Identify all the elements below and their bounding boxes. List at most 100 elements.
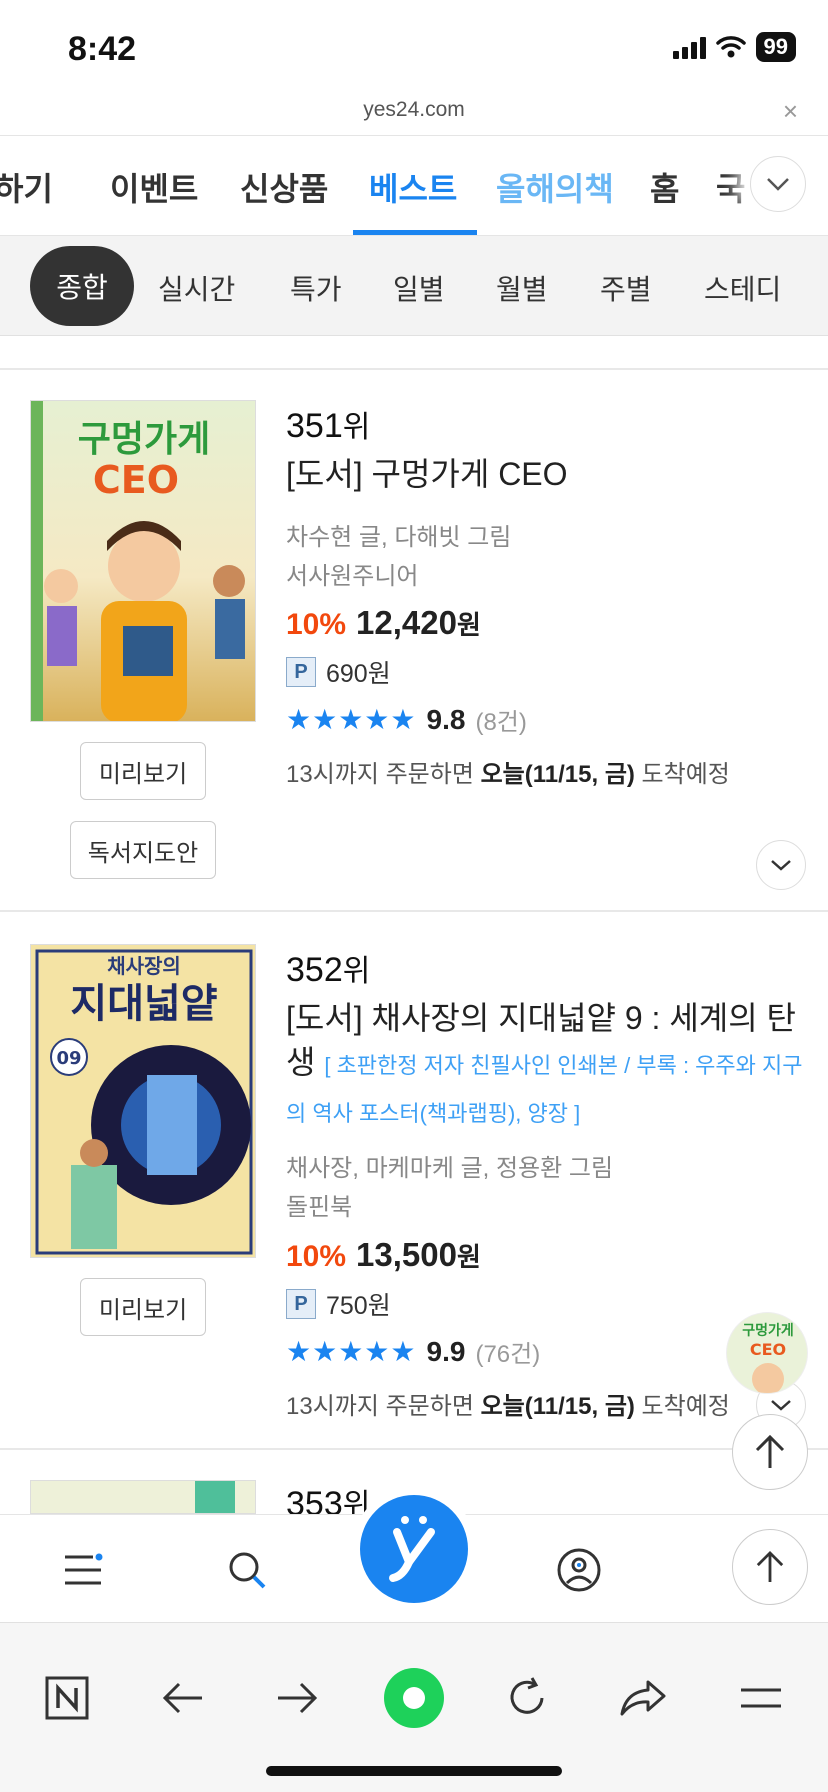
book-author[interactable]: 차수현 글, 다해빗 그림	[286, 517, 511, 552]
book-title[interactable]: [도서] 구멍가게 CEO	[286, 452, 806, 496]
cover-title: 지대넓얕	[70, 981, 217, 1027]
promotion-text[interactable]: [ 초판한정 저자 친필사인 인쇄본 / 부록 : 우주와 지구의 역사 포스터…	[286, 1053, 803, 1126]
active-tab-underline	[353, 230, 477, 235]
book-title[interactable]: [도서] 채사장의 지대넓얕 9 : 세계의 탄생 [ 초판한정 저자 친필사인…	[286, 996, 806, 1136]
price-row: 10% 13,500원	[286, 1236, 481, 1274]
points-row: P 750원	[286, 1286, 391, 1322]
points-value: 690원	[326, 660, 391, 688]
price-row: 10% 12,420원	[286, 604, 481, 642]
main-tab-bar: 하기 이벤트 신상품 베스트 올해의책 홈 국	[0, 136, 828, 236]
browser-toolbar	[0, 1622, 828, 1792]
filter-special-price[interactable]: 특가	[290, 268, 342, 308]
wifi-icon	[715, 36, 746, 58]
close-icon[interactable]: ×	[783, 96, 798, 127]
tab-events[interactable]: 이벤트	[110, 164, 198, 210]
yes24-home-button[interactable]	[360, 1495, 468, 1603]
arrow-up-icon	[756, 1550, 784, 1582]
scroll-to-top-button[interactable]	[732, 1529, 808, 1605]
book-publisher[interactable]: 돌핀북	[286, 1187, 352, 1222]
filter-steady[interactable]: 스테디	[704, 268, 781, 308]
review-count: (8건)	[475, 709, 527, 736]
star-rating-icon: ★★★★★	[286, 704, 417, 735]
cover-volume: 09	[56, 1048, 81, 1069]
list-divider	[0, 910, 828, 912]
menu-icon[interactable]	[58, 1545, 108, 1595]
rating-row[interactable]: ★★★★★ 9.8 (8건)	[286, 702, 527, 737]
filter-monthly[interactable]: 월별	[496, 268, 548, 308]
book-cover-illustration: 구멍가게 CEO	[31, 401, 245, 721]
cover-title: 구멍가게	[78, 419, 210, 460]
book-cover-image[interactable]: 구멍가게 CEO	[30, 400, 256, 722]
filter-weekly[interactable]: 주별	[600, 268, 652, 308]
book-cover-illustration: 채사장의 지대넓얕 09	[35, 949, 253, 1255]
book-rank: 352위	[286, 951, 371, 989]
browser-url-bar[interactable]: yes24.com ×	[0, 96, 828, 136]
arrow-up-icon	[755, 1434, 785, 1468]
rating-score: 9.9	[426, 1335, 466, 1367]
points-value: 750원	[326, 1292, 391, 1320]
share-icon[interactable]	[618, 1673, 668, 1723]
reload-icon[interactable]	[502, 1673, 552, 1723]
tab-new-products[interactable]: 신상품	[240, 164, 328, 210]
green-dot-icon[interactable]	[384, 1668, 444, 1728]
reading-guide-button[interactable]: 독서지도안	[70, 821, 216, 879]
tab-best[interactable]: 베스트	[369, 164, 457, 210]
chevron-down-icon	[767, 178, 789, 191]
my-page-icon[interactable]	[554, 1545, 604, 1595]
book-publisher[interactable]: 서사원주니어	[286, 556, 418, 591]
book-cover-image[interactable]: 채사장의 지대넓얕 09	[30, 944, 256, 1258]
discount-rate: 10%	[286, 608, 347, 641]
float-thumb-subtitle: CEO	[750, 1340, 786, 1359]
naver-n-icon[interactable]	[42, 1673, 92, 1723]
review-count: (76건)	[475, 1341, 541, 1368]
point-badge-icon: P	[286, 657, 316, 687]
search-icon[interactable]	[222, 1545, 272, 1595]
hamburger-icon[interactable]	[736, 1673, 786, 1723]
forward-arrow-icon[interactable]	[272, 1673, 322, 1723]
rating-score: 9.8	[426, 703, 466, 735]
home-indicator	[266, 1766, 562, 1776]
sale-price: 13,500원	[356, 1236, 481, 1273]
list-divider	[0, 368, 828, 370]
recent-view-thumbnail[interactable]: 구멍가게 CEO	[726, 1312, 808, 1394]
star-rating-icon: ★★★★★	[286, 1336, 417, 1367]
filter-overall[interactable]: 종합	[30, 246, 134, 326]
float-thumb-title: 구멍가게	[742, 1322, 794, 1339]
back-arrow-icon[interactable]	[158, 1673, 208, 1723]
status-icons: 99	[672, 32, 796, 62]
sale-price: 12,420원	[356, 604, 481, 641]
discount-rate: 10%	[286, 1240, 347, 1273]
points-row: P 690원	[286, 654, 391, 690]
delivery-info: 13시까지 주문하면 오늘(11/15, 금) 도착예정	[286, 761, 730, 788]
cover-top-text: 채사장의	[107, 954, 181, 978]
point-badge-icon: P	[286, 1289, 316, 1319]
cellular-signal-icon	[672, 35, 706, 59]
cover-subtitle: CEO	[93, 458, 179, 502]
tabs-expand-button[interactable]	[750, 156, 806, 212]
yes24-logo-icon	[389, 1516, 435, 1582]
tab-home[interactable]: 홈	[650, 164, 679, 210]
preview-button[interactable]: 미리보기	[80, 742, 206, 800]
battery-indicator: 99	[755, 32, 796, 62]
rating-row[interactable]: ★★★★★ 9.9 (76건)	[286, 1334, 540, 1369]
tab-domestic[interactable]: 국	[716, 164, 745, 210]
scroll-to-top-button[interactable]	[732, 1414, 808, 1490]
list-divider	[0, 1448, 828, 1450]
filter-daily[interactable]: 일별	[393, 268, 445, 308]
recent-book-illustration: 구멍가게 CEO	[742, 1322, 794, 1393]
url-text[interactable]: yes24.com	[0, 98, 828, 122]
chevron-down-icon	[771, 860, 791, 871]
site-bottom-nav	[0, 1495, 828, 1622]
status-time: 8:42	[68, 30, 137, 68]
filter-realtime[interactable]: 실시간	[158, 268, 235, 308]
tab-book-of-the-year[interactable]: 올해의책	[496, 164, 614, 210]
chevron-down-icon	[771, 1400, 791, 1411]
period-filter-bar: 종합 실시간 특가 일별 월별 주별 스테디	[0, 236, 828, 336]
tab-partial-left[interactable]: 하기	[0, 164, 53, 210]
preview-button[interactable]: 미리보기	[80, 1278, 206, 1336]
expand-details-button[interactable]	[756, 840, 806, 890]
delivery-info: 13시까지 주문하면 오늘(11/15, 금) 도착예정	[286, 1393, 730, 1420]
book-cover-image[interactable]	[30, 1480, 256, 1514]
book-author[interactable]: 채사장, 마케마케 글, 정용환 그림	[286, 1148, 613, 1183]
book-rank: 351위	[286, 407, 371, 445]
